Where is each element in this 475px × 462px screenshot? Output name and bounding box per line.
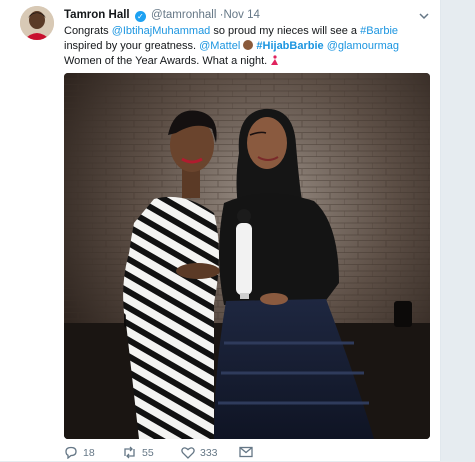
direct-message-action[interactable] xyxy=(239,446,253,458)
tweet-header: Tamron Hall ✓ @tamronhall ·Nov 14 xyxy=(64,8,260,24)
like-action[interactable]: 333 xyxy=(181,446,218,459)
tweet-text: Congrats @IbtihajMuhammad so proud my ni… xyxy=(64,24,429,69)
retweet-action[interactable]: 55 xyxy=(122,446,154,459)
mention-mattel[interactable]: @Mattel xyxy=(199,40,240,52)
reply-action[interactable]: 18 xyxy=(64,446,95,459)
chevron-down-icon[interactable] xyxy=(418,9,430,21)
tweet-date[interactable]: Nov 14 xyxy=(223,9,259,21)
tweet-text-part: inspired by your greatness. xyxy=(64,40,200,52)
avatar[interactable] xyxy=(20,6,54,40)
heart-icon[interactable] xyxy=(181,446,195,459)
tweet-text-part: Women of the Year Awards. What a night. xyxy=(64,55,271,67)
author-name[interactable]: Tamron Hall xyxy=(64,9,130,21)
hashtag-barbie[interactable]: #Barbie xyxy=(360,25,398,37)
reply-icon[interactable] xyxy=(64,446,78,459)
tweet-text-part: Congrats xyxy=(64,25,112,37)
author-handle[interactable]: @tamronhall xyxy=(151,9,216,21)
tweet-card: Tamron Hall ✓ @tamronhall ·Nov 14 Congra… xyxy=(0,0,441,461)
retweet-icon[interactable] xyxy=(122,446,137,459)
envelope-icon[interactable] xyxy=(239,446,253,458)
tweet-actions: 18 55 333 xyxy=(64,446,364,462)
retweet-count: 55 xyxy=(142,446,154,459)
mention-glamourmag[interactable]: @glamourmag xyxy=(327,40,399,52)
dancer-emoji-icon xyxy=(270,55,279,66)
tweet-text-part: so proud my nieces will see a xyxy=(210,25,361,37)
like-count: 333 xyxy=(200,446,218,459)
reply-count: 18 xyxy=(83,446,95,459)
hashtag-hijabbarbie[interactable]: #HijabBarbie xyxy=(256,40,323,52)
raised-fist-emoji-icon xyxy=(243,40,254,50)
tweet-photo[interactable] xyxy=(64,73,430,439)
mention-ibtihajmuhammad[interactable]: @IbtihajMuhammad xyxy=(112,25,211,37)
verified-badge-icon: ✓ xyxy=(134,11,146,22)
